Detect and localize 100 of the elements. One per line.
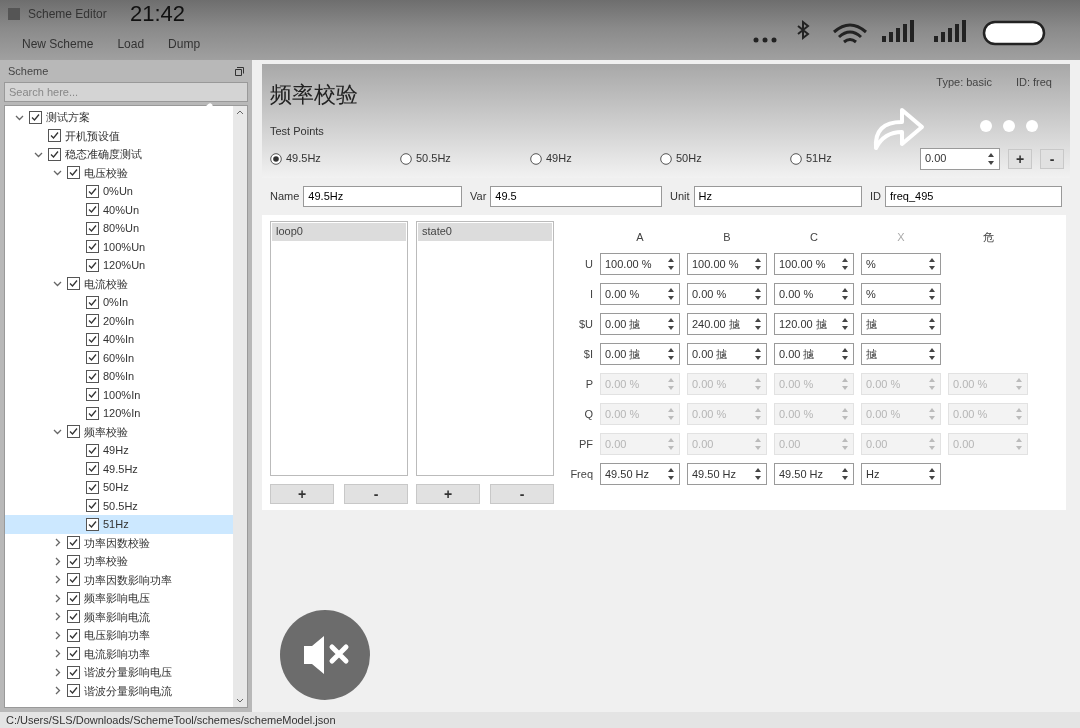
spin-box[interactable]: 100.00 % [687, 253, 767, 275]
tree-item[interactable]: 测试方案 [5, 108, 233, 127]
spin-box[interactable]: 49.50 Hz [774, 463, 854, 485]
checked-checkbox[interactable] [67, 684, 80, 698]
spin-arrows-icon[interactable] [841, 257, 849, 271]
tree-item[interactable]: 频率影响电流 [5, 607, 233, 626]
checked-checkbox[interactable] [67, 573, 80, 587]
spin-box[interactable]: 0.00 % [687, 283, 767, 305]
checked-checkbox[interactable] [48, 147, 61, 161]
spin-box[interactable]: 0.00 攄 [774, 343, 854, 365]
scroll-down-icon[interactable] [236, 698, 244, 703]
text-field[interactable]: Hz [693, 185, 862, 207]
spin-box[interactable]: 49.50 Hz [600, 463, 680, 485]
radio-label[interactable]: 49Hz [546, 150, 572, 167]
spin-box[interactable]: 0.00 攄 [687, 343, 767, 365]
checked-checkbox[interactable] [86, 369, 99, 383]
checked-checkbox[interactable] [86, 351, 99, 365]
spin-box[interactable]: % [861, 253, 941, 275]
checked-checkbox[interactable] [86, 462, 99, 476]
tree-item[interactable]: 51Hz [5, 515, 233, 534]
tree-item[interactable]: 谐波分量影响电流 [5, 681, 233, 700]
tree-item[interactable]: 电流影响功率 [5, 644, 233, 663]
square-button[interactable]: - [344, 483, 408, 504]
tree-item[interactable]: 功率因数校验 [5, 533, 233, 552]
tree-item[interactable]: 100%In [5, 385, 233, 404]
spin-box[interactable]: 0.00 % [774, 283, 854, 305]
spin-arrows-icon[interactable] [928, 467, 936, 481]
checked-checkbox[interactable] [48, 129, 61, 143]
tree-item[interactable]: 80%In [5, 367, 233, 386]
checked-checkbox[interactable] [86, 203, 99, 217]
square-button[interactable]: - [1040, 148, 1064, 169]
spin-arrows-icon[interactable] [754, 317, 762, 331]
checked-checkbox[interactable] [67, 628, 80, 642]
radio-button[interactable] [660, 152, 672, 165]
spin-arrows-icon[interactable] [667, 257, 675, 271]
tree-item[interactable]: 120%Un [5, 256, 233, 275]
spin-arrows-icon[interactable] [841, 317, 849, 331]
radio-button[interactable] [400, 152, 412, 165]
tree-item[interactable]: 50Hz [5, 478, 233, 497]
checked-checkbox[interactable] [86, 314, 99, 328]
spin-box[interactable]: 0.00 攄 [600, 313, 680, 335]
tree-item[interactable]: 50.5Hz [5, 496, 233, 515]
checked-checkbox[interactable] [86, 480, 99, 494]
spin-box[interactable]: % [861, 283, 941, 305]
chevron-down-icon[interactable] [52, 168, 62, 178]
checked-checkbox[interactable] [67, 425, 80, 439]
tree-item[interactable]: 功率校验 [5, 552, 233, 571]
checked-checkbox[interactable] [67, 166, 80, 180]
spin-box[interactable]: 100.00 % [774, 253, 854, 275]
tree-item[interactable]: 谐波分量影响电压 [5, 663, 233, 682]
tree-item[interactable]: 49.5Hz [5, 459, 233, 478]
chevron-down-icon[interactable] [52, 427, 62, 437]
tree-item[interactable]: 0%Un [5, 182, 233, 201]
checked-checkbox[interactable] [67, 277, 80, 291]
spin-arrows-icon[interactable] [987, 151, 995, 166]
spin-arrows-icon[interactable] [667, 467, 675, 481]
square-button[interactable]: + [1008, 148, 1032, 169]
tree-item[interactable]: 100%Un [5, 237, 233, 256]
tree-item[interactable]: 开机预设值 [5, 126, 233, 145]
square-button[interactable]: - [490, 483, 554, 504]
spin-arrows-icon[interactable] [754, 347, 762, 361]
spin-box[interactable]: 攄 [861, 313, 941, 335]
checked-checkbox[interactable] [67, 610, 80, 624]
text-field[interactable]: freq_495 [885, 185, 1062, 207]
spin-arrows-icon[interactable] [667, 347, 675, 361]
radio-label[interactable]: 50Hz [676, 150, 702, 167]
checked-checkbox[interactable] [67, 647, 80, 661]
restore-icon[interactable] [235, 66, 244, 76]
checked-checkbox[interactable] [86, 443, 99, 457]
tree-item[interactable]: 频率校验 [5, 422, 233, 441]
menu-item[interactable]: New Scheme [22, 35, 94, 53]
tree-item[interactable]: 功率因数影响功率 [5, 570, 233, 589]
checked-checkbox[interactable] [86, 332, 99, 346]
checked-checkbox[interactable] [86, 499, 99, 513]
menu-item[interactable]: Dump [168, 35, 201, 53]
spin-box[interactable]: 240.00 攄 [687, 313, 767, 335]
checked-checkbox[interactable] [86, 240, 99, 254]
spin-arrows-icon[interactable] [667, 317, 675, 331]
spin-arrows-icon[interactable] [754, 287, 762, 301]
spin-arrows-icon[interactable] [928, 287, 936, 301]
spin-arrows-icon[interactable] [841, 347, 849, 361]
checked-checkbox[interactable] [86, 406, 99, 420]
spin-arrows-icon[interactable] [841, 287, 849, 301]
spin-arrows-icon[interactable] [841, 467, 849, 481]
spin-box[interactable]: 攄 [861, 343, 941, 365]
spin-arrows-icon[interactable] [928, 317, 936, 331]
checked-checkbox[interactable] [86, 295, 99, 309]
tree-item[interactable]: 49Hz [5, 441, 233, 460]
radio-button[interactable] [790, 152, 802, 165]
radio-label[interactable]: 49.5Hz [286, 150, 321, 167]
spin-box[interactable]: Hz [861, 463, 941, 485]
tree-item[interactable]: 80%Un [5, 219, 233, 238]
spin-arrows-icon[interactable] [928, 257, 936, 271]
tree-item[interactable]: 电压校验 [5, 163, 233, 182]
tree-item[interactable]: 20%In [5, 311, 233, 330]
square-button[interactable]: + [270, 483, 334, 504]
radio-label[interactable]: 50.5Hz [416, 150, 451, 167]
spin-box[interactable]: 49.50 Hz [687, 463, 767, 485]
spin-box[interactable]: 120.00 攄 [774, 313, 854, 335]
checked-checkbox[interactable] [67, 591, 80, 605]
